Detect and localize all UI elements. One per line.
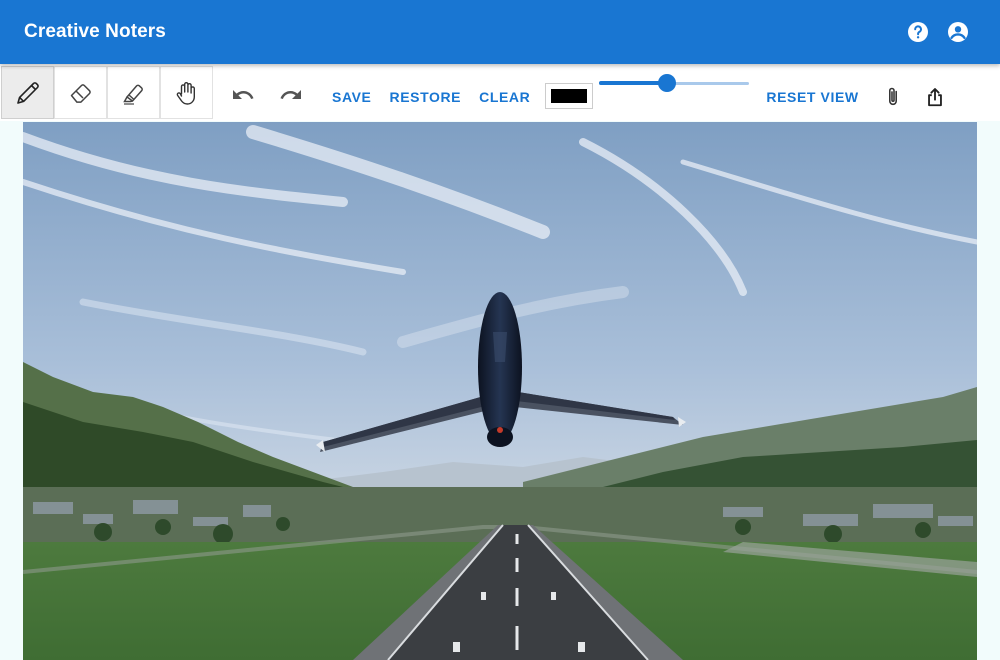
save-button[interactable]: SAVE — [323, 81, 381, 113]
clear-button[interactable]: CLEAR — [470, 81, 539, 113]
attach-icon[interactable] — [882, 85, 904, 109]
app-bar: Creative Noters — [0, 0, 1000, 64]
pencil-tool-button[interactable] — [1, 66, 54, 119]
restore-button[interactable]: RESTORE — [381, 81, 471, 113]
highlighter-icon — [122, 84, 143, 105]
share-icon[interactable] — [924, 85, 946, 109]
redo-button[interactable] — [271, 75, 311, 115]
brush-size-slider[interactable] — [599, 73, 750, 93]
document-actions: SAVE RESTORE CLEAR — [323, 73, 539, 113]
canvas-margin-left — [0, 121, 23, 660]
account-icon[interactable] — [946, 20, 970, 44]
undo-button[interactable] — [223, 75, 263, 115]
history-controls — [223, 75, 311, 115]
appbar-actions — [906, 20, 970, 44]
stroke-color-picker[interactable] — [545, 82, 594, 109]
pencil-icon — [16, 81, 39, 104]
canvas-background-image — [23, 122, 977, 660]
file-actions — [882, 85, 946, 109]
redo-icon — [280, 89, 301, 99]
hand-icon — [176, 81, 195, 105]
stroke-color-fill — [551, 88, 588, 103]
highlighter-tool-button[interactable] — [107, 66, 160, 119]
slider-track — [599, 80, 667, 85]
drawing-tools — [1, 66, 213, 119]
toolbar: SAVE RESTORE CLEAR RESET VIEW — [0, 64, 1000, 121]
pan-tool-button[interactable] — [160, 66, 213, 119]
drawing-canvas[interactable] — [23, 122, 977, 660]
reset-view-button[interactable]: RESET VIEW — [757, 81, 867, 113]
eraser-icon — [70, 83, 91, 103]
help-icon[interactable] — [906, 20, 930, 44]
app-title: Creative Noters — [24, 21, 166, 42]
eraser-tool-button[interactable] — [54, 66, 107, 119]
undo-icon — [233, 89, 254, 99]
canvas-margin-right — [977, 121, 1000, 660]
slider-thumb[interactable] — [657, 73, 676, 92]
